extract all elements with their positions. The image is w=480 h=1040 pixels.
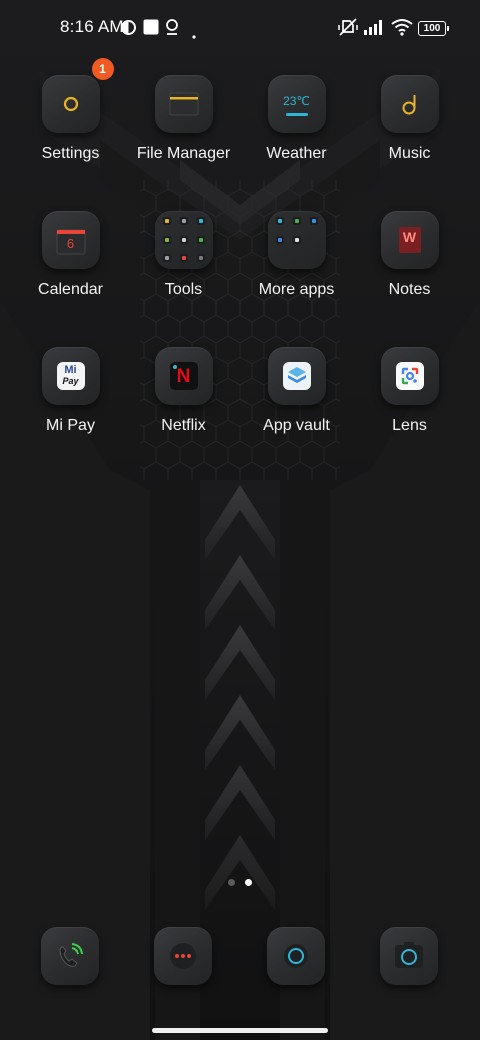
calendar-day: 6 (66, 236, 75, 251)
gear-icon: 1 (41, 58, 114, 133)
browser-icon (284, 944, 308, 968)
mini-app-icon (162, 254, 171, 262)
dock-messaging[interactable] (154, 927, 212, 985)
calendar-icon: 6 (41, 211, 100, 269)
weather-icon: 23℃ (267, 75, 326, 133)
page-indicator-2-active[interactable] (245, 879, 252, 886)
notification-badge: 1 (91, 58, 114, 80)
mini-app-icon (162, 217, 171, 225)
app-vault[interactable]: App vault (240, 347, 353, 435)
mi-pay-icon: Mi Pay (41, 347, 100, 405)
phone-icon (59, 943, 83, 967)
app-notes[interactable]: W Notes (353, 211, 466, 299)
mini-app-icon (275, 236, 284, 244)
lens-card (395, 362, 424, 390)
app-label: Weather (266, 145, 327, 162)
app-label: Lens (392, 417, 427, 434)
mute-vibrate-icon (337, 17, 359, 42)
notes-icon: W (380, 211, 439, 269)
dock-phone[interactable] (41, 927, 99, 985)
dock-camera[interactable] (380, 927, 438, 985)
mini-app-icon (275, 217, 284, 225)
folder-more-apps-icon (267, 211, 326, 269)
wifi-icon (391, 18, 413, 41)
mini-app-icon (292, 236, 301, 244)
app-mi-pay[interactable]: Mi Pay Mi Pay (14, 347, 127, 435)
mini-app-icon (162, 236, 171, 244)
page-indicator-1[interactable] (228, 879, 235, 886)
app-label: Calendar (38, 281, 103, 298)
battery-icon: 100 (418, 21, 449, 36)
location-icon (164, 18, 180, 41)
clock: 8:16 AM (60, 17, 124, 36)
dock-browser[interactable] (267, 927, 325, 985)
app-label: Settings (41, 145, 100, 162)
netflix-glyph: N (176, 366, 191, 387)
app-label: More apps (258, 281, 335, 298)
music-note-icon (380, 75, 439, 133)
dot-icon (192, 26, 196, 44)
notification-icon (120, 19, 137, 41)
signal-icon (364, 19, 386, 40)
app-weather[interactable]: 23℃ Weather (240, 75, 353, 163)
mini-app-icon (196, 217, 205, 225)
app-netflix[interactable]: N Netflix (127, 347, 240, 435)
mini-app-icon (196, 254, 205, 262)
camera-icon (395, 942, 423, 968)
lens-icon (380, 347, 439, 405)
app-label: Notes (388, 281, 431, 298)
message-icon (170, 943, 196, 969)
netflix-card: N (169, 362, 198, 390)
app-label: Tools (164, 281, 203, 298)
folder-more-apps[interactable]: More apps (240, 211, 353, 299)
app-vault-icon (267, 347, 326, 405)
app-music[interactable]: Music (353, 75, 466, 163)
mi-pay-card: Mi Pay (56, 362, 85, 390)
app-label: Netflix (161, 417, 206, 434)
folder-icon (154, 75, 213, 133)
app-lens[interactable]: Lens (353, 347, 466, 435)
notes-glyph: W (402, 229, 417, 245)
app-settings[interactable]: 1 Settings (14, 58, 127, 163)
mini-app-icon (179, 254, 188, 262)
folder-tools-icon (154, 211, 213, 269)
mini-app-icon (179, 236, 188, 244)
app-calendar[interactable]: 6 Calendar (14, 211, 127, 299)
mini-app-icon (292, 217, 301, 225)
mini-app-icon (196, 236, 205, 244)
mi-pay-line1: Mi (64, 364, 77, 376)
mi-pay-line2: Pay (62, 376, 79, 386)
status-bar: 8:16 AM 100 (0, 0, 480, 56)
mini-app-icon (179, 217, 188, 225)
gesture-nav-bar[interactable] (152, 1028, 328, 1033)
netflix-icon: N (154, 347, 213, 405)
folder-tools[interactable]: Tools (127, 211, 240, 299)
app-label: File Manager (136, 145, 231, 162)
app-label: App vault (263, 417, 330, 434)
app-file-manager[interactable]: File Manager (127, 75, 240, 163)
app-label: Music (388, 145, 431, 162)
app-vault-card (282, 362, 311, 390)
square-icon (143, 19, 159, 40)
mini-app-icon (309, 217, 318, 225)
app-label: Mi Pay (46, 417, 95, 434)
